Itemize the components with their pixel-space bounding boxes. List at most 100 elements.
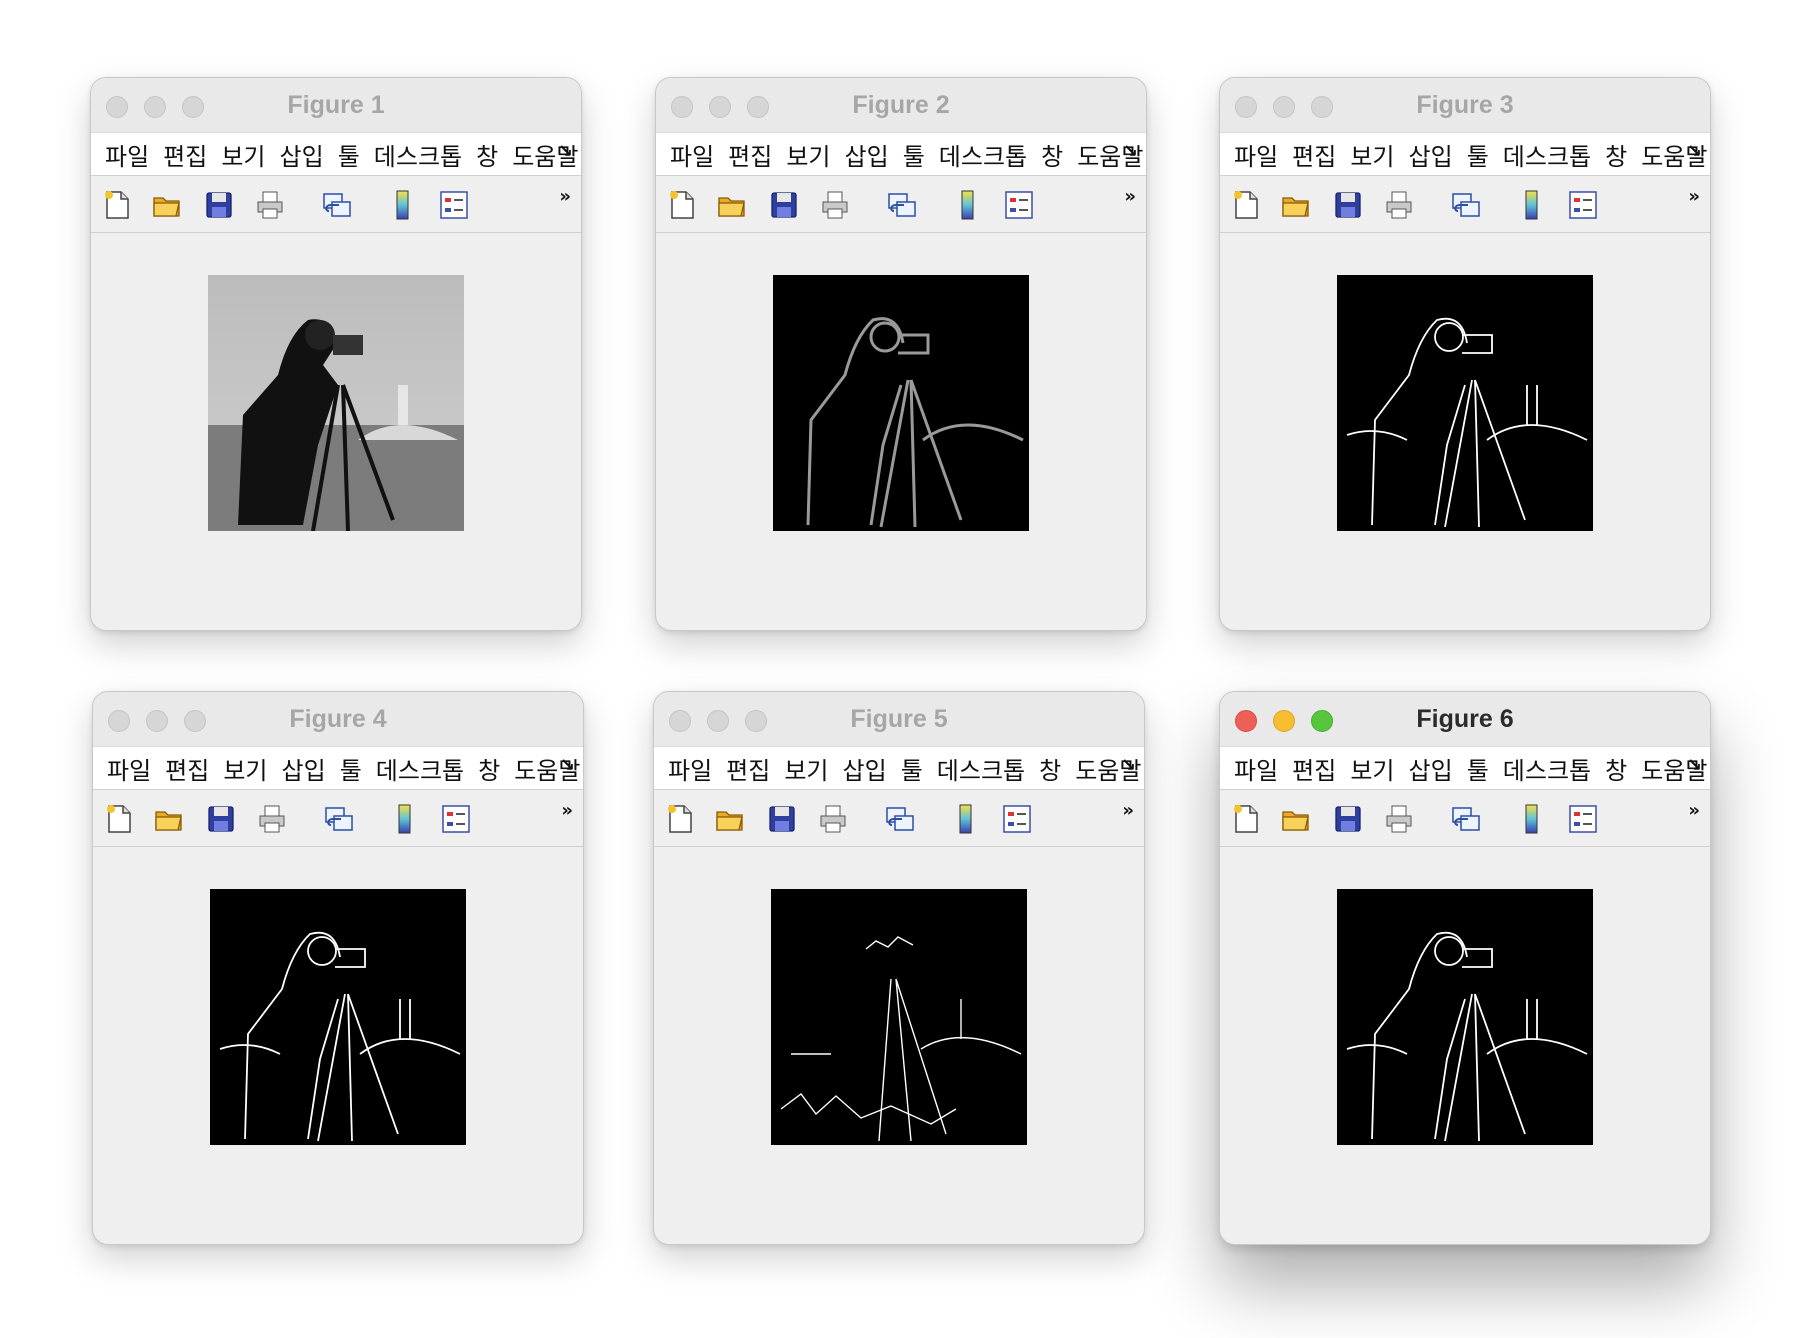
menu-tools[interactable]: 툴 bbox=[338, 137, 360, 172]
colorbar-icon[interactable] bbox=[949, 803, 981, 835]
save-icon[interactable] bbox=[768, 189, 800, 221]
double-chevron-icon[interactable]: » bbox=[559, 186, 571, 207]
figure-window-2[interactable]: Figure 2 파일 편집 보기 삽입 툴 데스크톱 창 도움말 ↘ » bbox=[655, 77, 1147, 631]
colorbar-icon[interactable] bbox=[1515, 189, 1547, 221]
title-bar[interactable]: Figure 2 bbox=[656, 78, 1146, 133]
colorbar-icon[interactable] bbox=[1515, 803, 1547, 835]
new-file-icon[interactable] bbox=[1230, 189, 1262, 221]
menu-tools[interactable]: 툴 bbox=[901, 751, 923, 786]
menu-edit[interactable]: 편집 bbox=[1292, 751, 1336, 786]
figure-window-3[interactable]: Figure 3 파일 편집 보기 삽입 툴 데스크톱 창 도움말 ↘ » bbox=[1219, 77, 1711, 631]
link-plot-icon[interactable] bbox=[321, 189, 353, 221]
print-icon[interactable] bbox=[254, 189, 286, 221]
open-folder-icon[interactable] bbox=[1280, 189, 1312, 221]
chevron-double-right-icon[interactable]: ↘ bbox=[1687, 141, 1702, 162]
title-bar[interactable]: Figure 4 bbox=[93, 692, 583, 747]
menu-insert[interactable]: 삽입 bbox=[845, 137, 889, 172]
open-folder-icon[interactable] bbox=[1280, 803, 1312, 835]
link-plot-icon[interactable] bbox=[1450, 189, 1482, 221]
double-chevron-icon[interactable]: » bbox=[1688, 800, 1700, 821]
menu-file[interactable]: 파일 bbox=[105, 137, 149, 172]
print-icon[interactable] bbox=[1383, 189, 1415, 221]
menu-tools[interactable]: 툴 bbox=[1467, 137, 1489, 172]
legend-icon[interactable] bbox=[438, 189, 470, 221]
legend-icon[interactable] bbox=[1003, 189, 1035, 221]
menu-desktop[interactable]: 데스크톱 bbox=[1503, 137, 1591, 172]
menu-window[interactable]: 창 bbox=[476, 137, 498, 172]
print-icon[interactable] bbox=[819, 189, 851, 221]
legend-icon[interactable] bbox=[1567, 803, 1599, 835]
figure-window-4[interactable]: Figure 4 파일 편집 보기 삽입 툴 데스크톱 창 도움말 ↘ » bbox=[92, 691, 584, 1245]
colorbar-icon[interactable] bbox=[951, 189, 983, 221]
menu-view[interactable]: 보기 bbox=[221, 137, 265, 172]
new-file-icon[interactable] bbox=[664, 803, 696, 835]
menu-view[interactable]: 보기 bbox=[786, 137, 830, 172]
menu-view[interactable]: 보기 bbox=[784, 751, 828, 786]
menu-view[interactable]: 보기 bbox=[1350, 751, 1394, 786]
menu-desktop[interactable]: 데스크톱 bbox=[376, 751, 464, 786]
open-folder-icon[interactable] bbox=[153, 803, 185, 835]
menu-insert[interactable]: 삽입 bbox=[280, 137, 324, 172]
save-icon[interactable] bbox=[1332, 803, 1364, 835]
legend-icon[interactable] bbox=[1567, 189, 1599, 221]
menu-edit[interactable]: 편집 bbox=[726, 751, 770, 786]
menu-edit[interactable]: 편집 bbox=[728, 137, 772, 172]
save-icon[interactable] bbox=[205, 803, 237, 835]
menu-desktop[interactable]: 데스크톱 bbox=[374, 137, 462, 172]
menu-desktop[interactable]: 데스크톱 bbox=[1503, 751, 1591, 786]
menu-file[interactable]: 파일 bbox=[1234, 751, 1278, 786]
chevron-double-right-icon[interactable]: ↘ bbox=[1123, 141, 1138, 162]
new-file-icon[interactable] bbox=[103, 803, 135, 835]
menu-insert[interactable]: 삽입 bbox=[843, 751, 887, 786]
menu-edit[interactable]: 편집 bbox=[163, 137, 207, 172]
new-file-icon[interactable] bbox=[1230, 803, 1262, 835]
open-folder-icon[interactable] bbox=[714, 803, 746, 835]
link-plot-icon[interactable] bbox=[323, 803, 355, 835]
link-plot-icon[interactable] bbox=[884, 803, 916, 835]
menu-window[interactable]: 창 bbox=[478, 751, 500, 786]
save-icon[interactable] bbox=[1332, 189, 1364, 221]
menu-file[interactable]: 파일 bbox=[107, 751, 151, 786]
menu-insert[interactable]: 삽입 bbox=[1409, 751, 1453, 786]
menu-desktop[interactable]: 데스크톱 bbox=[937, 751, 1025, 786]
menu-file[interactable]: 파일 bbox=[670, 137, 714, 172]
open-folder-icon[interactable] bbox=[151, 189, 183, 221]
figure-window-6[interactable]: Figure 6 파일 편집 보기 삽입 툴 데스크톱 창 도움말 ↘ » bbox=[1219, 691, 1711, 1245]
save-icon[interactable] bbox=[766, 803, 798, 835]
colorbar-icon[interactable] bbox=[386, 189, 418, 221]
double-chevron-icon[interactable]: » bbox=[1124, 186, 1136, 207]
legend-icon[interactable] bbox=[440, 803, 472, 835]
menu-tools[interactable]: 툴 bbox=[340, 751, 362, 786]
title-bar[interactable]: Figure 6 bbox=[1220, 692, 1710, 747]
print-icon[interactable] bbox=[1383, 803, 1415, 835]
menu-window[interactable]: 창 bbox=[1039, 751, 1061, 786]
open-folder-icon[interactable] bbox=[716, 189, 748, 221]
menu-window[interactable]: 창 bbox=[1605, 751, 1627, 786]
save-icon[interactable] bbox=[203, 189, 235, 221]
colorbar-icon[interactable] bbox=[388, 803, 420, 835]
title-bar[interactable]: Figure 3 bbox=[1220, 78, 1710, 133]
menu-view[interactable]: 보기 bbox=[223, 751, 267, 786]
link-plot-icon[interactable] bbox=[1450, 803, 1482, 835]
double-chevron-icon[interactable]: » bbox=[1688, 186, 1700, 207]
chevron-double-right-icon[interactable]: ↘ bbox=[558, 141, 573, 162]
menu-file[interactable]: 파일 bbox=[668, 751, 712, 786]
menu-insert[interactable]: 삽입 bbox=[282, 751, 326, 786]
menu-window[interactable]: 창 bbox=[1041, 137, 1063, 172]
menu-insert[interactable]: 삽입 bbox=[1409, 137, 1453, 172]
print-icon[interactable] bbox=[817, 803, 849, 835]
print-icon[interactable] bbox=[256, 803, 288, 835]
new-file-icon[interactable] bbox=[101, 189, 133, 221]
chevron-double-right-icon[interactable]: ↘ bbox=[1121, 755, 1136, 776]
menu-tools[interactable]: 툴 bbox=[903, 137, 925, 172]
menu-tools[interactable]: 툴 bbox=[1467, 751, 1489, 786]
new-file-icon[interactable] bbox=[666, 189, 698, 221]
double-chevron-icon[interactable]: » bbox=[1122, 800, 1134, 821]
figure-window-1[interactable]: Figure 1 파일 편집 보기 삽입 툴 데스크톱 창 도움말 ↘ » bbox=[90, 77, 582, 631]
chevron-double-right-icon[interactable]: ↘ bbox=[1687, 755, 1702, 776]
menu-edit[interactable]: 편집 bbox=[1292, 137, 1336, 172]
chevron-double-right-icon[interactable]: ↘ bbox=[560, 755, 575, 776]
menu-window[interactable]: 창 bbox=[1605, 137, 1627, 172]
legend-icon[interactable] bbox=[1001, 803, 1033, 835]
menu-view[interactable]: 보기 bbox=[1350, 137, 1394, 172]
